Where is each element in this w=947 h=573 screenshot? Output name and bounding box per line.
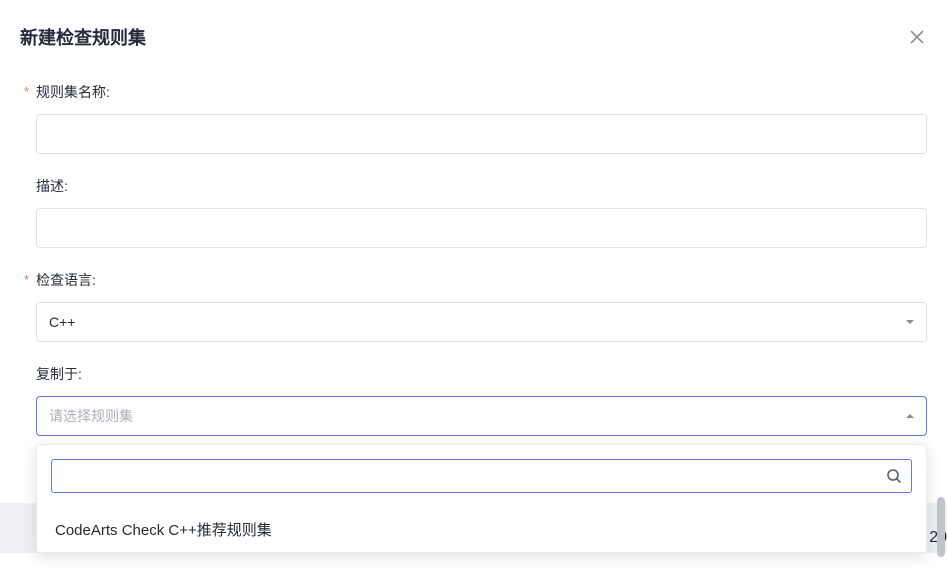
language-label: 检查语言:: [36, 270, 927, 290]
description-input[interactable]: [36, 208, 927, 248]
ruleset-name-input[interactable]: [36, 114, 927, 154]
dropdown-option[interactable]: CodeArts Check C++推荐规则集: [51, 507, 912, 552]
copy-from-dropdown: CodeArts Check C++推荐规则集: [36, 444, 927, 553]
close-icon: [909, 29, 925, 45]
language-select[interactable]: C++: [36, 302, 927, 342]
ruleset-name-group: 规则集名称:: [20, 82, 927, 154]
language-select-value: C++: [36, 302, 927, 342]
copy-from-group: 复制于: 请选择规则集 CodeArts Check C++推荐规则集: [20, 364, 927, 436]
dropdown-search-input[interactable]: [51, 459, 912, 493]
close-button[interactable]: [907, 27, 927, 47]
ruleset-name-label: 规则集名称:: [36, 82, 927, 102]
copy-from-placeholder: 请选择规则集: [36, 396, 927, 436]
copy-from-label: 复制于:: [36, 364, 927, 384]
search-icon: [886, 468, 902, 484]
description-group: 描述:: [20, 176, 927, 248]
description-label: 描述:: [36, 176, 927, 196]
create-ruleset-modal: 新建检查规则集 规则集名称: 描述: 检查语言: C++ 复制于: 请选择规则集: [0, 0, 947, 482]
copy-from-select[interactable]: 请选择规则集 CodeArts Check C++推荐规则集: [36, 396, 927, 436]
language-group: 检查语言: C++: [20, 270, 927, 342]
scrollbar-thumb[interactable]: [937, 497, 945, 557]
modal-header: 新建检查规则集: [20, 24, 927, 50]
modal-title: 新建检查规则集: [20, 24, 146, 50]
dropdown-search-wrapper: [51, 459, 912, 493]
